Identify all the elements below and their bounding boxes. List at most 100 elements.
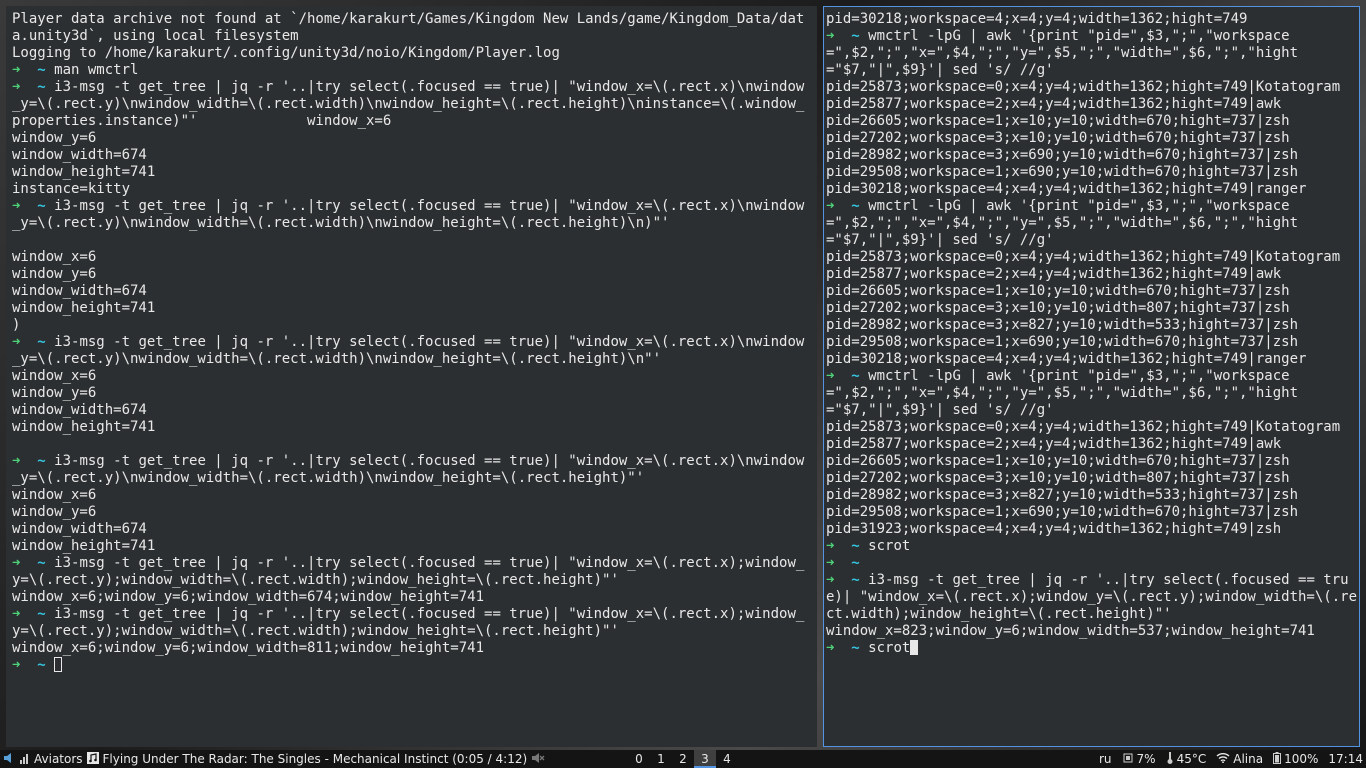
status-bar-left: Aviators Flying Under The Radar: The Sin… xyxy=(0,750,545,768)
workspace-switcher: 01234 xyxy=(628,750,738,768)
cpu-indicator: 7% xyxy=(1122,752,1156,767)
command-text: wmctrl -lpG | awk '{print "pid=",$3,";",… xyxy=(826,198,1299,248)
output-line: pid=27202;workspace=3;x=10;y=10;width=80… xyxy=(826,470,1357,487)
output-line: pid=25873;workspace=0;x=4;y=4;width=1362… xyxy=(826,249,1357,266)
output-line: pid=25877;workspace=2;x=4;y=4;width=1362… xyxy=(826,266,1357,283)
output-line: window_width=674 xyxy=(12,402,811,419)
prompt-directory: ~ xyxy=(20,555,55,571)
output-text: window_y=6 xyxy=(12,385,97,401)
output-text: window_x=6;window_y=6;window_width=674;w… xyxy=(12,589,485,605)
prompt-line: ➜ ~ i3-msg -t get_tree | jq -r '..|try s… xyxy=(826,572,1357,623)
output-line: pid=28982;workspace=3;x=827;y=10;width=5… xyxy=(826,317,1357,334)
volume-label[interactable]: Aviators xyxy=(34,752,83,766)
output-text: pid=25873;workspace=0;x=4;y=4;width=1362… xyxy=(826,79,1341,95)
cpu-icon xyxy=(1122,752,1134,767)
prompt-line: ➜ ~ i3-msg -t get_tree | jq -r '..|try s… xyxy=(12,79,811,130)
status-bar-right: ru 7% 45°C Alina 100% 17:14 xyxy=(1099,750,1366,768)
output-text: pid=28982;workspace=3;x=827;y=10;width=5… xyxy=(826,317,1299,333)
output-line: window_height=741 xyxy=(12,164,811,181)
speaker-icon[interactable] xyxy=(3,752,16,767)
workspace-3[interactable]: 3 xyxy=(694,750,716,768)
prompt-directory: ~ xyxy=(834,198,869,214)
output-text: pid=25873;workspace=0;x=4;y=4;width=1362… xyxy=(826,419,1341,435)
command-text: i3-msg -t get_tree | jq -r '..|try selec… xyxy=(826,572,1358,622)
command-text: i3-msg -t get_tree | jq -r '..|try selec… xyxy=(12,334,805,367)
output-line: window_y=6 xyxy=(12,385,811,402)
output-text: ) xyxy=(12,317,21,333)
output-text: window_x=6 xyxy=(12,249,97,265)
terminal-left[interactable]: Player data archive not found at `/home/… xyxy=(6,6,817,747)
terminal-left-output: Player data archive not found at `/home/… xyxy=(12,11,811,674)
desktop: Player data archive not found at `/home/… xyxy=(0,0,1366,768)
output-text: Logging to /home/karakurt/.config/unity3… xyxy=(12,45,560,61)
battery-icon xyxy=(1273,751,1282,767)
prompt-directory: ~ xyxy=(20,79,55,95)
signal-bars-icon xyxy=(20,752,30,767)
command-text: scrot xyxy=(868,640,911,656)
prompt-directory: ~ xyxy=(20,62,55,78)
prompt-directory: ~ xyxy=(834,28,869,44)
wifi-icon xyxy=(1216,752,1230,766)
prompt-directory: ~ xyxy=(834,538,869,554)
output-text: pid=25877;workspace=2;x=4;y=4;width=1362… xyxy=(826,266,1282,282)
prompt-directory: ~ xyxy=(834,640,869,656)
output-line: window_x=6 xyxy=(12,368,811,385)
workspace-1[interactable]: 1 xyxy=(650,750,672,768)
now-playing[interactable]: Flying Under The Radar: The Singles - Me… xyxy=(103,752,528,766)
battery-indicator: 100% xyxy=(1273,751,1319,767)
mute-icon[interactable] xyxy=(531,752,545,767)
output-line: window_width=674 xyxy=(12,521,811,538)
prompt-line: ➜ ~ i3-msg -t get_tree | jq -r '..|try s… xyxy=(12,606,811,640)
output-line: pid=30218;workspace=4;x=4;y=4;width=1362… xyxy=(826,181,1357,198)
prompt-line: ➜ ~ scrot xyxy=(826,538,1357,555)
prompt-line: ➜ ~ i3-msg -t get_tree | jq -r '..|try s… xyxy=(12,334,811,368)
terminal-right-output: pid=30218;workspace=4;x=4;y=4;width=1362… xyxy=(826,11,1357,657)
output-line: pid=31923;workspace=4;x=4;y=4;width=1362… xyxy=(826,521,1357,538)
prompt-directory: ~ xyxy=(20,334,55,350)
battery-level: 100% xyxy=(1284,752,1319,766)
workspace-0[interactable]: 0 xyxy=(628,750,650,768)
keyboard-layout[interactable]: ru xyxy=(1099,752,1112,766)
output-line: window_x=6 xyxy=(12,249,811,266)
command-text: man wmctrl xyxy=(54,62,139,78)
workspace-2[interactable]: 2 xyxy=(672,750,694,768)
wifi-indicator[interactable]: Alina xyxy=(1216,752,1263,766)
output-line: pid=27202;workspace=3;x=10;y=10;width=80… xyxy=(826,300,1357,317)
prompt-directory: ~ xyxy=(834,572,869,588)
output-text: pid=28982;workspace=3;x=690;y=10;width=6… xyxy=(826,147,1299,163)
prompt-directory: ~ xyxy=(834,368,869,384)
text-cursor xyxy=(54,657,63,672)
output-line: window_height=741 xyxy=(12,300,811,317)
output-line: window_y=6 xyxy=(12,130,811,147)
output-text: window_width=674 xyxy=(12,283,147,299)
output-text: pid=27202;workspace=3;x=10;y=10;width=80… xyxy=(826,300,1290,316)
workspace-4[interactable]: 4 xyxy=(716,750,738,768)
prompt-line: ➜ ~ i3-msg -t get_tree | jq -r '..|try s… xyxy=(12,198,811,232)
thermometer-icon xyxy=(1166,751,1174,767)
output-text: pid=25877;workspace=2;x=4;y=4;width=1362… xyxy=(826,436,1282,452)
output-line: pid=25877;workspace=2;x=4;y=4;width=1362… xyxy=(826,96,1357,113)
status-bar: Aviators Flying Under The Radar: The Sin… xyxy=(0,750,1366,768)
output-text: pid=30218;workspace=4;x=4;y=4;width=1362… xyxy=(826,11,1248,27)
prompt-line: ➜ ~ wmctrl -lpG | awk '{print "pid=",$3,… xyxy=(826,198,1357,249)
output-text: window_height=741 xyxy=(12,164,156,180)
output-line: pid=25873;workspace=0;x=4;y=4;width=1362… xyxy=(826,419,1357,436)
command-text: wmctrl -lpG | awk '{print "pid=",$3,";",… xyxy=(826,368,1299,418)
command-text: i3-msg -t get_tree | jq -r '..|try selec… xyxy=(12,79,805,129)
output-text: window_height=741 xyxy=(12,300,156,316)
output-line: instance=kitty xyxy=(12,181,811,198)
output-text: window_x=823;window_y=6;window_width=537… xyxy=(826,623,1315,639)
temperature-value: 45°C xyxy=(1176,752,1207,766)
clock[interactable]: 17:14 xyxy=(1328,752,1363,766)
output-line: pid=29508;workspace=1;x=690;y=10;width=6… xyxy=(826,334,1357,351)
output-text: pid=31923;workspace=4;x=4;y=4;width=1362… xyxy=(826,521,1282,537)
output-text: window_width=674 xyxy=(12,521,147,537)
cpu-usage: 7% xyxy=(1136,752,1156,766)
music-note-icon xyxy=(86,751,99,767)
prompt-directory: ~ xyxy=(20,606,55,622)
terminal-right[interactable]: pid=30218;workspace=4;x=4;y=4;width=1362… xyxy=(823,6,1360,747)
prompt-line: ➜ ~ xyxy=(826,555,1357,572)
command-text: i3-msg -t get_tree | jq -r '..|try selec… xyxy=(12,198,805,231)
output-text: pid=29508;workspace=1;x=690;y=10;width=6… xyxy=(826,504,1299,520)
